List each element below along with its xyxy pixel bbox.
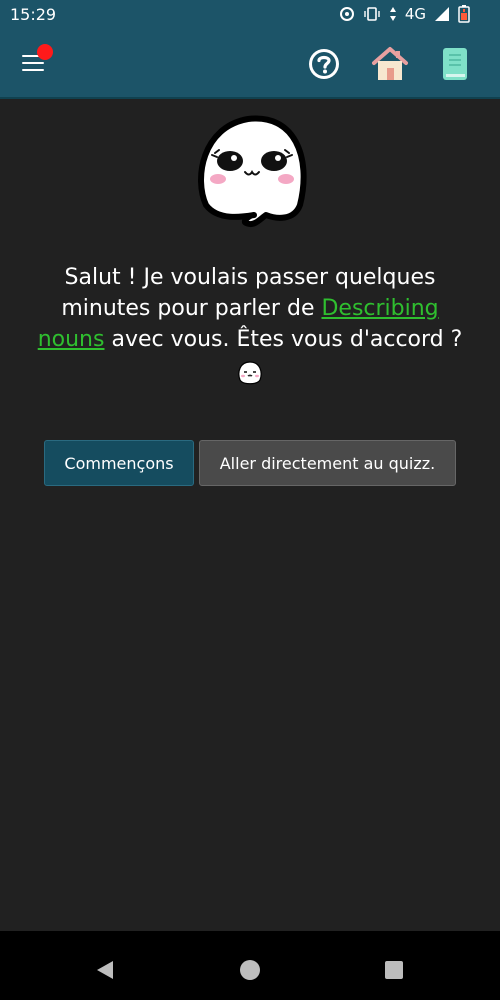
signal-icon [434, 6, 450, 22]
sync-icon [339, 6, 355, 22]
book-button[interactable] [441, 47, 469, 81]
home-circle-icon[interactable] [239, 959, 261, 981]
status-time: 15:29 [10, 5, 57, 24]
network-type: 4G [404, 5, 426, 23]
quiz-button[interactable]: Aller directement au quizz. [199, 440, 456, 486]
book-icon [443, 48, 467, 80]
intro-message: Salut ! Je voulais passer quelques minut… [25, 262, 475, 386]
system-nav-bar [0, 931, 500, 1000]
recent-apps-icon[interactable] [384, 960, 404, 980]
main-content: Salut ! Je voulais passer quelques minut… [0, 99, 500, 931]
app-bar [0, 30, 500, 97]
battery-icon [458, 5, 470, 23]
back-icon[interactable] [94, 959, 116, 981]
status-bar: 15:29 4G [0, 0, 500, 30]
data-arrows-icon [389, 6, 397, 22]
menu-button[interactable] [20, 44, 53, 78]
home-button[interactable] [370, 46, 410, 82]
notification-dot [37, 44, 53, 60]
message-text-end: avec vous. Êtes vous d'accord ? [104, 327, 463, 352]
vibrate-icon [363, 6, 381, 22]
start-button[interactable]: Commençons [44, 440, 194, 486]
mini-ghost-icon [238, 361, 262, 385]
help-icon [309, 49, 339, 79]
home-icon [372, 47, 408, 80]
help-button[interactable] [308, 48, 340, 80]
ghost-mascot [198, 115, 307, 227]
status-icons: 4G [339, 5, 470, 23]
